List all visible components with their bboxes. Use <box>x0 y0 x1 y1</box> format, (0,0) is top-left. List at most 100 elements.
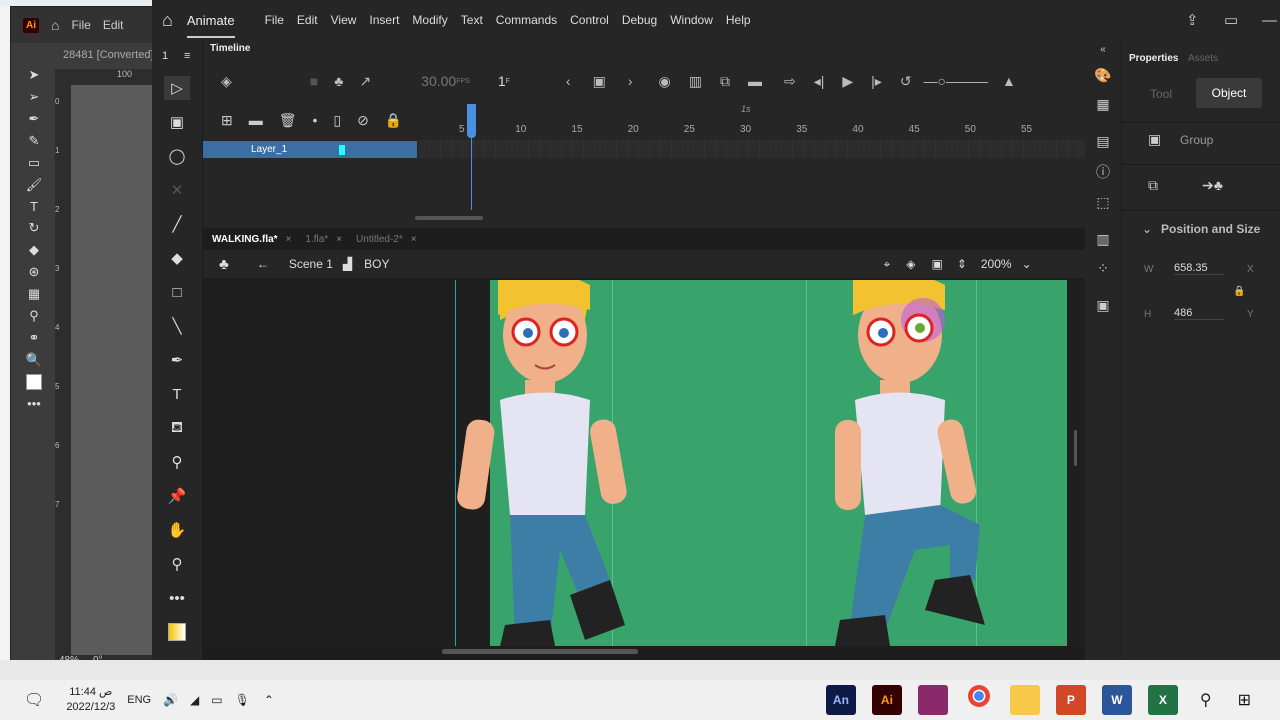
lock-icon[interactable]: 🔒 <box>1233 286 1245 297</box>
outline-icon[interactable]: ▯ <box>333 112 341 129</box>
menu-control[interactable]: Control <box>570 13 609 27</box>
clock[interactable]: 11:44 ص 2022/12/3 <box>66 685 115 715</box>
info-icon[interactable]: ⓘ <box>1096 162 1110 182</box>
chrome-app[interactable] <box>967 685 990 707</box>
bone-icon[interactable]: ✕ <box>164 178 190 202</box>
word-app[interactable]: W <box>1101 685 1132 715</box>
tab-1-fla[interactable]: 1.fla* <box>305 234 328 245</box>
snap-icon[interactable]: ⌖ <box>883 257 890 272</box>
explorer-app[interactable] <box>1009 685 1040 715</box>
stage-area[interactable] <box>205 280 1085 646</box>
search-icon[interactable]: ⚲ <box>1200 690 1212 710</box>
align-icon[interactable]: ▤ <box>1096 133 1109 150</box>
rotate-icon[interactable]: ↻ <box>29 220 40 236</box>
color-swatch-icon[interactable] <box>164 620 190 644</box>
pin-icon[interactable]: 📌 <box>164 484 190 508</box>
brush-icon[interactable]: ╱ <box>164 212 190 236</box>
frame-number[interactable]: 5 <box>459 124 465 135</box>
zoom-select[interactable]: 200% <box>981 257 1012 271</box>
delete-icon[interactable]: 🗑 <box>279 112 297 129</box>
document-title[interactable]: 28481 [Converted] <box>63 49 154 61</box>
language-indicator[interactable]: ENG <box>127 694 151 706</box>
visibility-icon[interactable]: ⊘ <box>357 112 369 129</box>
close-icon[interactable]: × <box>286 234 292 245</box>
menu-file[interactable]: File <box>71 18 90 32</box>
onion-skin-icon[interactable]: ◉ <box>659 73 671 90</box>
lasso-icon[interactable]: ◯ <box>164 144 190 168</box>
stage-size-icon[interactable]: ⇕ <box>957 257 967 271</box>
warp-icon[interactable]: ⊛ <box>29 264 40 280</box>
battery-icon[interactable]: ▭ <box>211 693 222 707</box>
frame-number[interactable]: 20 <box>628 124 639 135</box>
selection-tool-icon[interactable]: ▷ <box>164 76 190 100</box>
chevron-up-icon[interactable]: ⌃ <box>264 693 274 707</box>
frame-number[interactable]: 25 <box>684 124 695 135</box>
workspace-icon[interactable]: ▭ <box>1224 11 1238 29</box>
wifi-icon[interactable]: ◢ <box>190 693 199 707</box>
close-icon[interactable]: × <box>336 234 342 245</box>
illustrator-canvas[interactable] <box>71 85 161 655</box>
menu-insert[interactable]: Insert <box>369 13 399 27</box>
parenting-icon[interactable]: ♣ <box>334 73 343 89</box>
motion-presets-icon[interactable]: ⁘ <box>1097 260 1109 277</box>
eraser-icon[interactable]: ◆ <box>164 246 190 270</box>
highlight-icon[interactable]: • <box>313 112 318 129</box>
menu-commands[interactable]: Commands <box>496 13 557 27</box>
frame-size-slider[interactable]: —○——— <box>924 73 988 89</box>
text-icon[interactable]: T <box>164 382 190 406</box>
zoom-icon[interactable]: 🔍 <box>26 352 42 368</box>
collapse-panels-icon[interactable]: « <box>1100 44 1106 55</box>
menu-debug[interactable]: Debug <box>622 13 657 27</box>
prev-keyframe-icon[interactable]: ‹ <box>566 73 571 89</box>
chevron-down-icon[interactable]: ⌄ <box>1142 222 1152 236</box>
gradient-icon[interactable]: ▦ <box>28 286 40 302</box>
section-title[interactable]: Position and Size <box>1161 222 1260 236</box>
fps-value[interactable]: 30.00 <box>421 73 456 89</box>
fill-stroke-icon[interactable] <box>26 374 42 390</box>
collapse-icon[interactable]: ▲ <box>1002 73 1016 89</box>
pen-icon[interactable]: ✒ <box>164 348 190 372</box>
microphone-icon[interactable]: 🎙 <box>235 693 250 707</box>
tab-assets[interactable]: Assets <box>1188 53 1218 64</box>
graph-icon[interactable]: ↗ <box>359 73 371 90</box>
walking-boy-artwork[interactable] <box>205 280 1085 646</box>
more-tools-icon[interactable]: ••• <box>27 396 41 411</box>
chevron-down-icon[interactable]: ⌄ <box>1022 257 1032 271</box>
windows-start-icon[interactable]: ⊞ <box>1238 690 1251 710</box>
menu-file[interactable]: File <box>265 13 284 27</box>
object-mode-button[interactable]: Object <box>1196 78 1262 108</box>
color-icon[interactable]: 🎨 <box>1094 67 1111 84</box>
notifications-icon[interactable]: 🗨 <box>24 690 44 710</box>
frame-number[interactable]: 40 <box>852 124 863 135</box>
line-icon[interactable]: ╲ <box>164 314 190 338</box>
movieclip-icon[interactable]: ▟ <box>343 257 352 271</box>
eyedropper-icon[interactable]: ⚲ <box>164 450 190 474</box>
menu-view[interactable]: View <box>331 13 357 27</box>
layers-icon[interactable]: ◈ <box>221 73 232 90</box>
excel-app[interactable]: X <box>1147 685 1178 715</box>
swap-icon[interactable]: ⧉ <box>1148 177 1158 194</box>
next-keyframe-icon[interactable]: › <box>628 73 633 89</box>
frame-value[interactable]: 1 <box>498 73 506 89</box>
edit-multiple-icon[interactable]: ▥ <box>689 73 702 90</box>
step-forward-icon[interactable]: |▸ <box>871 73 882 90</box>
sync-icon[interactable]: ⧉ <box>720 73 730 90</box>
menu-text[interactable]: Text <box>461 13 483 27</box>
frame-number[interactable]: 55 <box>1021 124 1032 135</box>
loop-icon[interactable]: ⇨ <box>784 73 796 90</box>
break-apart-icon[interactable]: ➔♣ <box>1202 177 1223 194</box>
new-layer-icon[interactable]: ⊞ <box>221 112 233 129</box>
step-back-icon[interactable]: ◂| <box>814 73 825 90</box>
menu-modify[interactable]: Modify <box>412 13 447 27</box>
frame-ruler[interactable]: 5 10 15 20 25 30 35 40 45 50 55 <box>419 124 1085 138</box>
blend-icon[interactable]: ⚭ <box>29 330 40 346</box>
swatches-icon[interactable]: ▦ <box>1096 96 1109 113</box>
share-icon[interactable]: ⇪ <box>1186 11 1199 29</box>
height-field[interactable]: 486 <box>1174 307 1224 320</box>
horizontal-scrollbar[interactable] <box>442 649 638 654</box>
home-icon[interactable]: ⌂ <box>162 10 173 31</box>
illustrator-app[interactable]: Ai <box>871 685 902 715</box>
menu-edit[interactable]: Edit <box>103 18 124 32</box>
layer-name[interactable]: Layer_1 <box>251 144 287 155</box>
stage-scrollbar[interactable] <box>1074 430 1077 466</box>
